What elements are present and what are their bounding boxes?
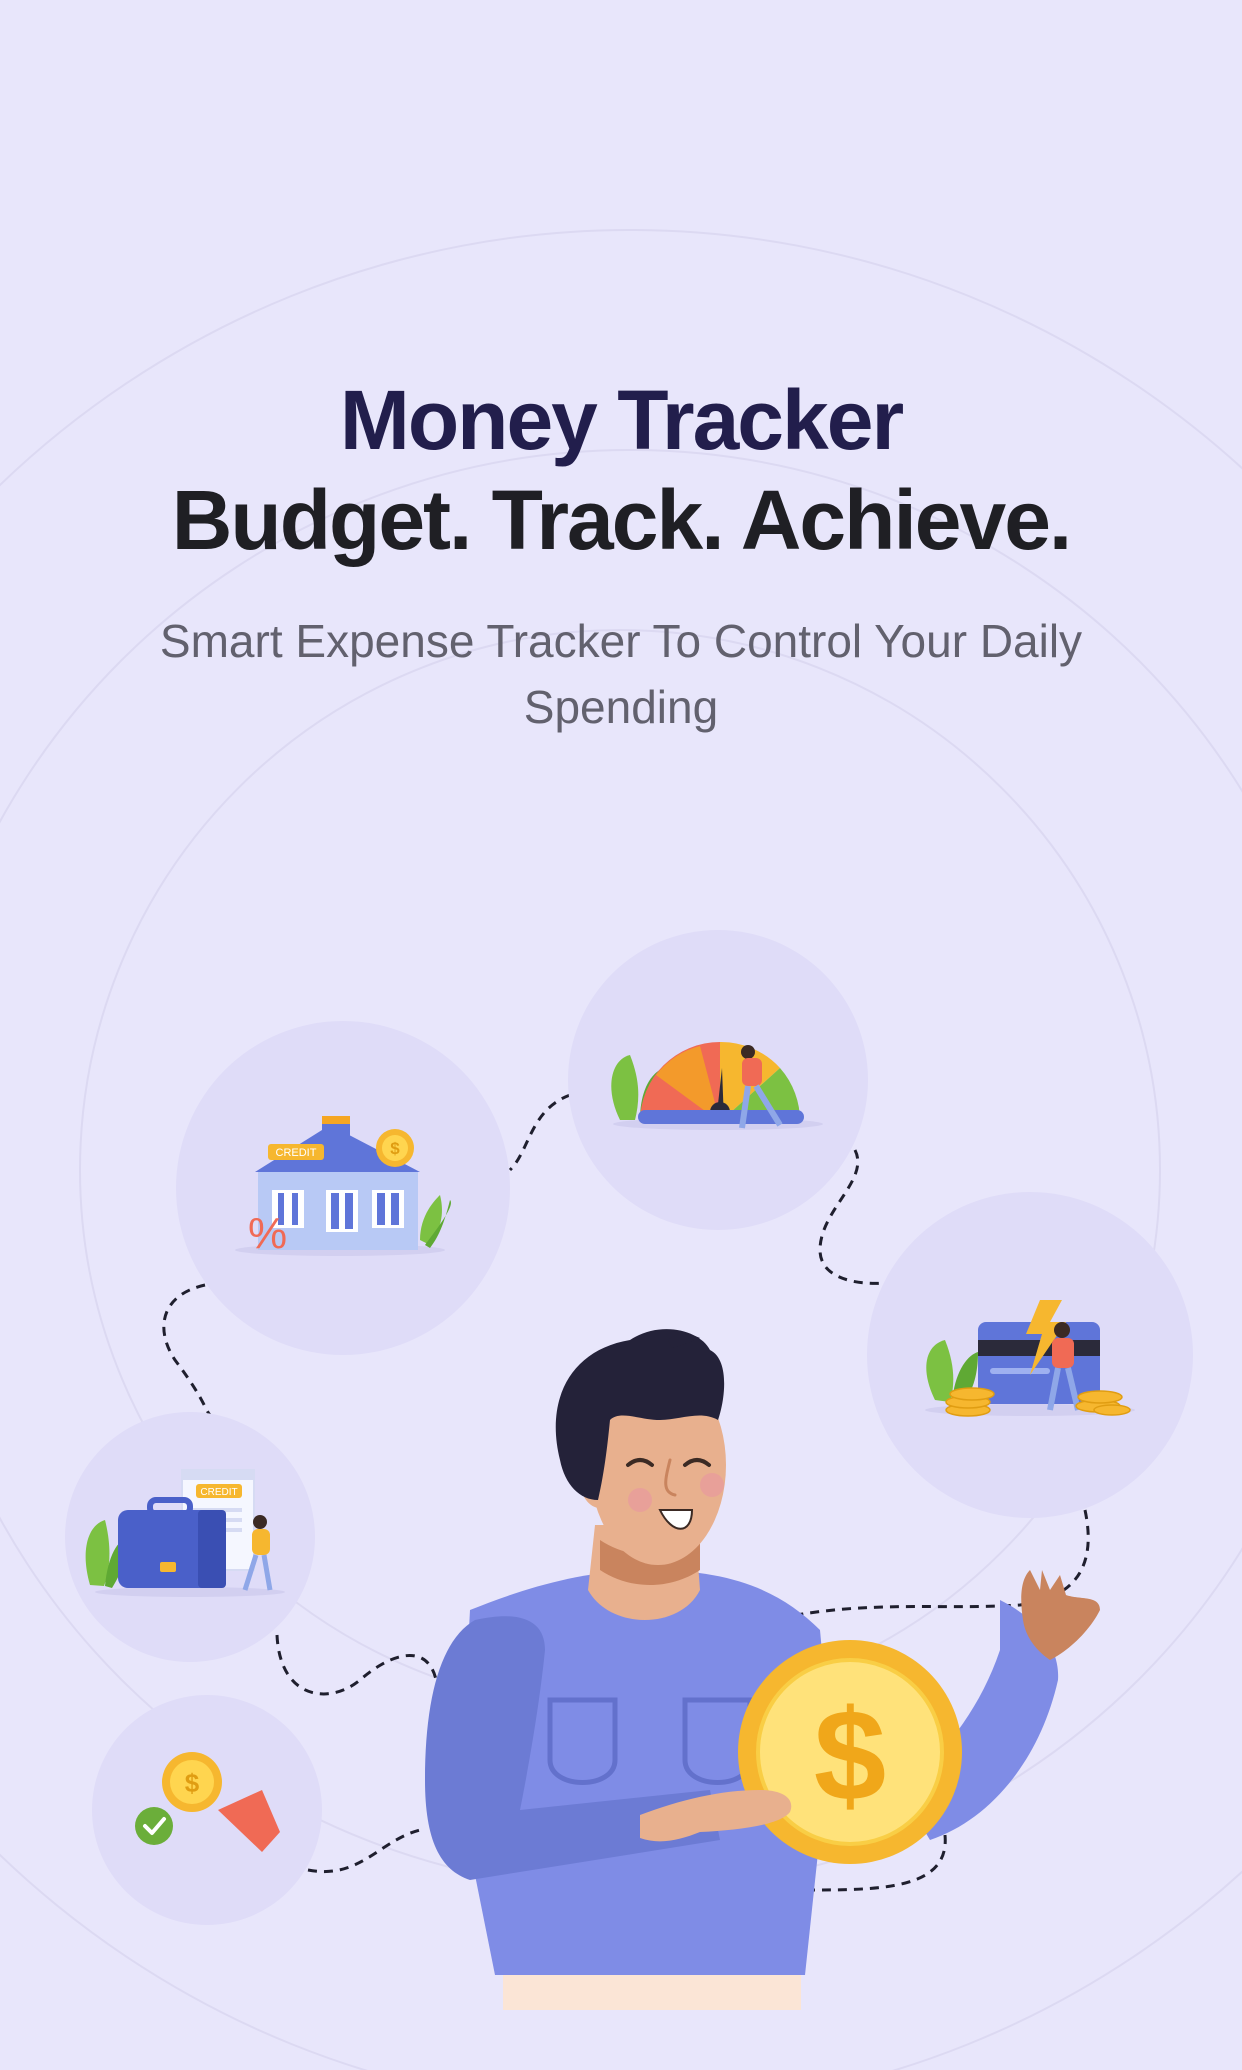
percent-icon: % — [248, 1209, 287, 1258]
briefcase-credit-label: CREDIT — [200, 1487, 237, 1498]
credit-card-bubble — [867, 1192, 1193, 1518]
house-credit-bubble: CREDIT $ % — [176, 1021, 510, 1355]
coin-dollar-symbol: $ — [814, 1682, 886, 1828]
coin-payment-bubble: $ — [92, 1695, 322, 1925]
speedometer-bubble — [568, 930, 868, 1230]
hero-illustration: CREDIT $ % CREDIT $ $ — [65, 930, 1193, 2010]
house-credit-label: CREDIT — [276, 1147, 317, 1159]
briefcase-bubble: CREDIT — [65, 1412, 315, 1662]
coin-tag-symbol: $ — [185, 1768, 200, 1798]
house-coin-symbol: $ — [390, 1139, 400, 1158]
